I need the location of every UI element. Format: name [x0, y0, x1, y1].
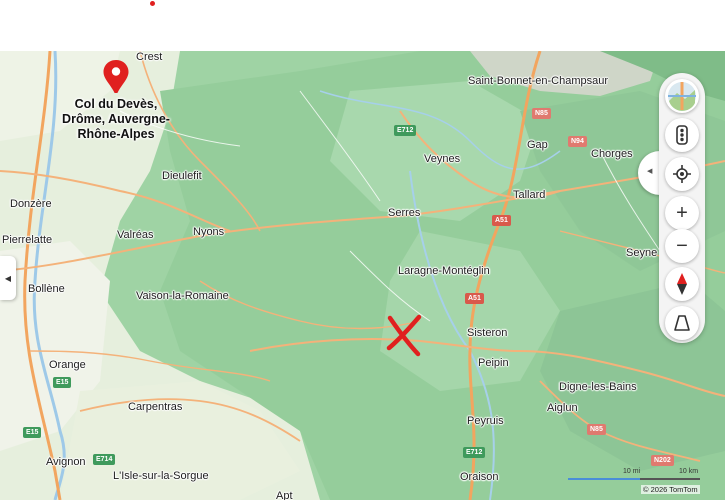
place-label: Aiglun: [547, 402, 578, 414]
place-label: Seyne: [626, 247, 658, 259]
scale-label-mi: 10 mi: [623, 468, 641, 475]
road-shield: N202: [651, 455, 674, 466]
road-shield: N85: [532, 108, 551, 119]
top-strip: [0, 0, 725, 51]
place-label: L'Isle-sur-la-Sorgue: [113, 470, 209, 482]
place-label: Digne-les-Bains: [559, 381, 637, 393]
place-label: Sisteron: [467, 327, 508, 339]
place-label: Serres: [388, 207, 421, 219]
place-label: Apt: [276, 490, 293, 500]
place-label: Bollène: [28, 283, 65, 295]
place-label: Vaison-la-Romaine: [136, 290, 229, 302]
place-label: Avignon: [46, 456, 86, 468]
place-label: Gap: [527, 139, 548, 151]
locate-crosshair-icon: [673, 165, 691, 183]
tilt-3d-icon: [674, 315, 690, 331]
map-controls-panel: + −: [659, 73, 705, 343]
pin-label: Col du Devès, Drôme, Auvergne-Rhône-Alpe…: [62, 97, 170, 141]
place-label: Valréas: [117, 229, 154, 241]
road-shield: E15: [23, 427, 42, 438]
traffic-button[interactable]: [665, 118, 699, 152]
place-label: Dieulefit: [162, 170, 202, 182]
place-label: Peyruis: [467, 415, 504, 427]
map-style-icon: [668, 82, 696, 111]
place-label: Crest: [136, 51, 163, 63]
tilt-view-button[interactable]: [665, 306, 699, 340]
road-shield: E15: [53, 377, 72, 388]
zoom-in-button[interactable]: +: [665, 196, 699, 230]
chevron-left-icon: ◀: [4, 273, 12, 283]
road-shield: E712: [394, 125, 417, 136]
road-shield: E712: [463, 447, 486, 458]
road-shield: N85: [587, 424, 606, 435]
place-label: Laragne-Montéglin: [398, 265, 490, 277]
map-style-button[interactable]: [665, 79, 699, 113]
copyright-text: © 2026 TomTom: [641, 485, 700, 494]
scale-label-km: 10 km: [679, 468, 699, 475]
zoom-out-button[interactable]: −: [665, 229, 699, 263]
place-label: Peipin: [478, 357, 509, 369]
compass-icon: [677, 273, 687, 295]
road-shield: A51: [492, 215, 511, 226]
place-label: Chorges: [591, 148, 633, 160]
map-pin-icon[interactable]: [102, 59, 130, 95]
minus-icon: −: [676, 234, 688, 257]
road-shield: A51: [465, 293, 484, 304]
place-label: Carpentras: [128, 401, 183, 413]
road-shield: E714: [93, 454, 116, 465]
place-label: Tallard: [513, 189, 546, 201]
place-label: Pierrelatte: [2, 234, 53, 246]
red-dot-icon: [150, 1, 155, 6]
compass-button[interactable]: [665, 267, 699, 301]
place-label: Donzère: [10, 198, 52, 210]
x-marker-icon: [386, 314, 422, 357]
locate-me-button[interactable]: [665, 157, 699, 191]
road-shield: N94: [568, 136, 587, 147]
map-canvas[interactable]: Crest Saint-Bonnet-en-Champsaur Veynes G…: [0, 51, 725, 500]
traffic-light-icon: [676, 125, 688, 145]
chevron-left-icon: ◀: [647, 168, 653, 175]
place-label: Saint-Bonnet-en-Champsaur: [468, 75, 609, 87]
plus-icon: +: [676, 201, 688, 224]
place-label: Veynes: [424, 153, 461, 165]
place-label: Nyons: [193, 226, 225, 238]
expand-left-panel-button[interactable]: ◀: [0, 256, 16, 300]
place-label: Oraison: [460, 471, 499, 483]
place-label: Orange: [49, 359, 86, 371]
